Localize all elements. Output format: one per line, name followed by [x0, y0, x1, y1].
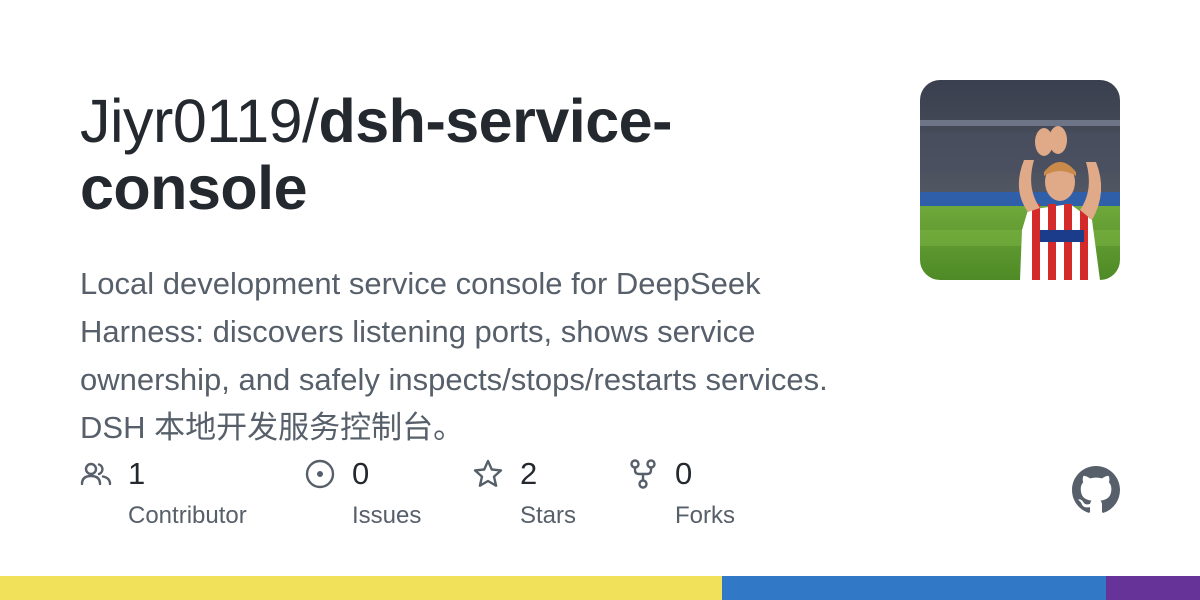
owner-avatar[interactable]: [920, 80, 1120, 280]
language-bar-segment: [0, 576, 723, 600]
star-icon: [473, 459, 503, 487]
stat-label: Forks: [675, 502, 735, 529]
issue-opened-icon: [305, 459, 335, 489]
language-bar-segment: [722, 576, 1107, 600]
stat-label: Contributor: [128, 502, 247, 529]
stat-count: 0: [675, 456, 693, 491]
people-icon: [80, 462, 112, 486]
repo-forked-icon: [630, 459, 656, 489]
stat-count: 2: [520, 456, 538, 491]
stat-count: 1: [128, 456, 146, 491]
language-bar: [0, 576, 1200, 600]
github-mark-icon[interactable]: [1072, 466, 1120, 514]
repo-description: Local development service console for De…: [80, 266, 828, 445]
language-bar-segment: [1106, 576, 1200, 600]
stat-label: Issues: [352, 502, 422, 529]
repo-owner[interactable]: Jiyr0119/: [80, 87, 319, 155]
repo-title[interactable]: Jiyr0119/dsh-service-console: [80, 88, 860, 222]
stat-count: 0: [352, 456, 370, 491]
avatar-photo: [920, 80, 1120, 280]
repo-social-card: Jiyr0119/dsh-service-console Local devel…: [0, 0, 1200, 600]
stat-label: Stars: [520, 502, 577, 529]
